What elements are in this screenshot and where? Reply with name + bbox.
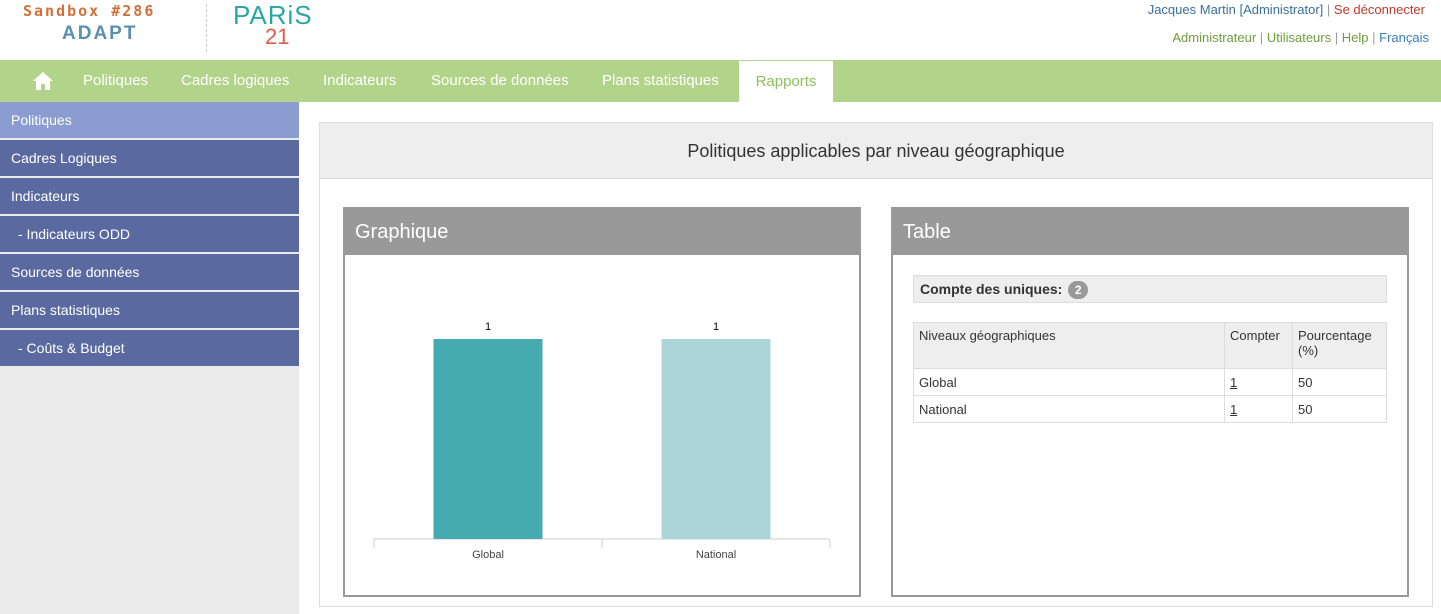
chart-card: Graphique 1 Global 1 National <box>343 207 861 597</box>
nav-cadres-logiques[interactable]: Cadres logiques <box>181 60 289 102</box>
admin-links: Administrateur | Utilisateurs | Help | F… <box>1172 30 1429 45</box>
sidebar: Politiques Cadres Logiques Indicateurs -… <box>0 102 299 614</box>
table-header-row: Niveaux géographiques Compter Pourcentag… <box>913 322 1387 369</box>
user-line: Jacques Martin [Administrator] | Se déco… <box>1148 2 1425 17</box>
administrateur-link[interactable]: Administrateur <box>1172 30 1256 45</box>
cell-count: 1 <box>1224 395 1293 423</box>
sidebar-item-politiques[interactable]: Politiques <box>0 102 299 138</box>
sidebar-item-sources-de-donnees[interactable]: Sources de données <box>0 254 299 290</box>
user-name-link[interactable]: Jacques Martin [Administrator] <box>1148 2 1324 17</box>
x-tick-label: Global <box>472 549 504 561</box>
nav-plans-statistiques[interactable]: Plans statistiques <box>602 60 719 102</box>
chart-card-title: Graphique <box>345 209 859 255</box>
brand-divider <box>206 4 207 52</box>
nav-rapports[interactable]: Rapports <box>739 61 833 102</box>
x-tick-label: National <box>696 549 736 561</box>
cell-count: 1 <box>1224 368 1293 396</box>
col-header-percent[interactable]: Pourcentage (%) <box>1292 322 1387 369</box>
cell-level: National <box>913 395 1225 423</box>
sidebar-item-indicateurs-odd[interactable]: - Indicateurs ODD <box>0 216 299 252</box>
separator: | <box>1259 30 1264 45</box>
count-link[interactable]: 1 <box>1230 375 1237 390</box>
sidebar-item-cadres-logiques[interactable]: Cadres Logiques <box>0 140 299 176</box>
table-card: Table Compte des uniques: 2 Niveaux géog… <box>891 207 1409 597</box>
bar-data-label: 1 <box>713 321 719 333</box>
unique-count-badge: 2 <box>1068 281 1089 300</box>
cell-level: Global <box>913 368 1225 396</box>
separator: | <box>1326 2 1331 17</box>
count-link[interactable]: 1 <box>1230 402 1237 417</box>
home-icon[interactable] <box>32 71 54 91</box>
table-row: Global 1 50 <box>913 368 1387 396</box>
paris21-logo[interactable]: PARiS 21 <box>233 0 313 54</box>
nav-sources-de-donnees[interactable]: Sources de données <box>431 60 569 102</box>
report-title: Politiques applicables par niveau géogra… <box>320 123 1432 179</box>
sidebar-item-plans-statistiques[interactable]: Plans statistiques <box>0 292 299 328</box>
nav-indicateurs[interactable]: Indicateurs <box>323 60 396 102</box>
language-link[interactable]: Français <box>1379 30 1429 45</box>
utilisateurs-link[interactable]: Utilisateurs <box>1267 30 1331 45</box>
bar-global[interactable] <box>433 339 543 539</box>
separator: | <box>1334 30 1339 45</box>
col-header-levels[interactable]: Niveaux géographiques <box>913 322 1225 369</box>
sidebar-item-couts-budget[interactable]: - Coûts & Budget <box>0 330 299 366</box>
unique-count-box: Compte des uniques: 2 <box>913 275 1387 303</box>
cell-percent: 50 <box>1292 368 1387 396</box>
bar-national[interactable] <box>661 339 771 539</box>
sidebar-item-indicateurs[interactable]: Indicateurs <box>0 178 299 214</box>
separator: | <box>1372 30 1376 45</box>
help-link[interactable]: Help <box>1342 30 1369 45</box>
unique-count-label: Compte des uniques: <box>920 281 1063 297</box>
levels-table: Niveaux géographiques Compter Pourcentag… <box>913 322 1387 423</box>
table-row: National 1 50 <box>913 395 1387 423</box>
bar-data-label: 1 <box>485 321 491 333</box>
paris21-logo-bottom: 21 <box>265 24 290 49</box>
table-card-title: Table <box>893 209 1407 255</box>
cell-percent: 50 <box>1292 395 1387 423</box>
brand-adapt-logo[interactable]: ADAPT <box>62 23 137 45</box>
main-nav: Politiques Cadres logiques Indicateurs S… <box>0 60 1441 102</box>
col-header-count[interactable]: Compter <box>1224 322 1293 369</box>
brand-sandbox-label: Sandbox #286 <box>23 2 156 20</box>
nav-politiques[interactable]: Politiques <box>83 60 148 102</box>
logout-link[interactable]: Se déconnecter <box>1334 2 1425 17</box>
header: Sandbox #286 ADAPT PARiS 21 Jacques Mart… <box>0 0 1441 60</box>
bar-chart: 1 Global 1 National <box>373 321 831 561</box>
